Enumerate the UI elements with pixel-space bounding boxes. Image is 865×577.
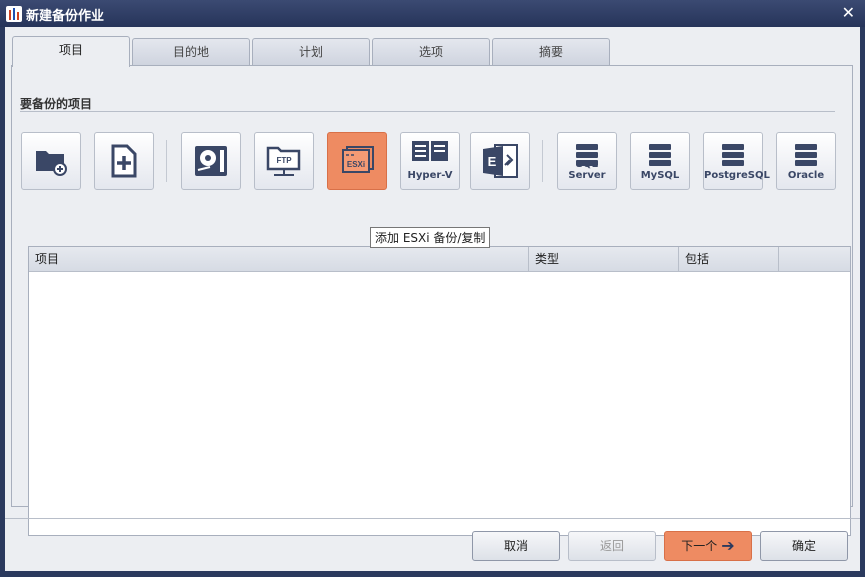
items-panel: 要备份的项目 FTP ESXi Hyper-V E SQL Server MyS… — [11, 65, 853, 536]
column-header-include[interactable]: 包括 — [679, 247, 779, 271]
ftp-folder-icon: FTP — [266, 146, 301, 176]
esxi-label: ESXi — [347, 160, 365, 169]
dialog-body: 项目 目的地 计划 选项 摘要 要备份的项目 FTP ESXi Hyper-V … — [5, 27, 860, 571]
add-oracle-button[interactable]: Oracle — [776, 132, 836, 190]
app-logo-icon — [6, 6, 22, 22]
tab-summary[interactable]: 摘要 — [492, 38, 610, 65]
add-ftp-button[interactable]: FTP — [254, 132, 314, 190]
next-button[interactable]: 下一个 ➔ — [664, 531, 752, 561]
tab-schedule[interactable]: 计划 — [252, 38, 370, 65]
cancel-button[interactable]: 取消 — [472, 531, 560, 561]
exchange-icon: E — [483, 144, 518, 178]
esxi-icon: ESXi — [342, 146, 374, 173]
add-hyper-v-button[interactable]: Hyper-V — [400, 132, 460, 190]
database-icon — [795, 144, 817, 166]
title-bar[interactable]: 新建备份作业 ✕ — [0, 0, 865, 27]
exchange-letter: E — [488, 154, 497, 169]
footer-divider — [5, 518, 860, 519]
add-mysql-button[interactable]: MySQL — [630, 132, 690, 190]
backup-job-window: 新建备份作业 ✕ 项目 目的地 计划 选项 摘要 要备份的项目 FTP ESXi… — [0, 0, 865, 577]
add-exchange-button[interactable]: E — [470, 132, 530, 190]
database-icon — [722, 144, 744, 166]
add-postgresql-button[interactable]: PostgreSQL — [703, 132, 770, 190]
file-add-icon — [111, 144, 137, 178]
toolbar-separator — [542, 140, 543, 182]
mysql-label: MySQL — [640, 170, 680, 181]
esxi-tooltip: 添加 ESXi 备份/复制 — [370, 227, 491, 248]
disk-icon — [195, 146, 227, 176]
hyper-v-icon — [412, 141, 448, 161]
add-esxi-button[interactable]: ESXi — [327, 132, 387, 190]
add-file-button[interactable] — [94, 132, 154, 190]
add-disk-button[interactable] — [181, 132, 241, 190]
hyper-v-label: Hyper-V — [407, 170, 453, 181]
ok-button[interactable]: 确定 — [760, 531, 848, 561]
tab-options[interactable]: 选项 — [372, 38, 490, 65]
back-button[interactable]: 返回 — [568, 531, 656, 561]
postgresql-label: PostgreSQL — [704, 170, 770, 181]
close-icon[interactable]: ✕ — [842, 3, 855, 22]
sql-server-label: SQL Server — [568, 159, 606, 181]
arrow-right-icon: ➔ — [721, 536, 735, 555]
window-title: 新建备份作业 — [26, 9, 105, 24]
next-button-label: 下一个 — [681, 539, 718, 553]
column-header-extra[interactable] — [779, 247, 850, 271]
column-header-type[interactable]: 类型 — [529, 247, 679, 271]
items-table[interactable]: 项目 类型 包括 — [28, 246, 851, 536]
ftp-label: FTP — [276, 156, 292, 165]
add-folder-button[interactable] — [21, 132, 81, 190]
add-sql-server-button[interactable]: SQL Server — [557, 132, 617, 190]
toolbar-separator — [166, 140, 167, 182]
database-icon — [649, 144, 671, 166]
column-header-item[interactable]: 项目 — [29, 247, 529, 271]
folder-add-icon — [36, 151, 67, 176]
section-divider — [20, 111, 835, 112]
section-title: 要备份的项目 — [20, 97, 93, 111]
tab-destination[interactable]: 目的地 — [132, 38, 250, 65]
table-header: 项目 类型 包括 — [29, 247, 850, 272]
oracle-label: Oracle — [787, 170, 825, 181]
tab-items[interactable]: 项目 — [12, 36, 130, 67]
